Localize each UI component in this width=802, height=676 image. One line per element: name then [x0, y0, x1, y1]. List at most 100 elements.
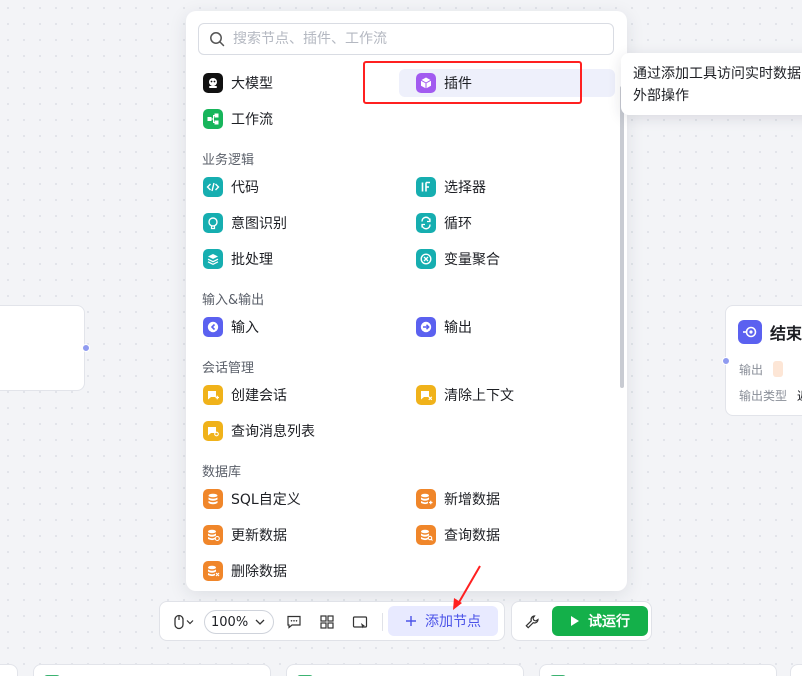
node-item-selector[interactable]: 选择器	[399, 173, 599, 201]
mouse-icon	[174, 614, 194, 630]
node-item-code[interactable]: 代码	[186, 173, 386, 201]
grid-icon	[320, 615, 334, 629]
node-item-label: 意图识别	[231, 216, 287, 232]
node-item-label: 变量聚合	[444, 252, 500, 268]
tooltip-line: 外部操作	[633, 88, 689, 104]
node-item-label: 查询数据	[444, 528, 500, 544]
section-title-conversation: 会话管理	[202, 361, 255, 376]
node-item-label: 循环	[444, 216, 472, 232]
node-item-output[interactable]: 输出	[399, 313, 599, 341]
if-icon	[416, 177, 436, 197]
code-icon	[203, 177, 223, 197]
settings-button[interactable]	[520, 610, 544, 634]
node-item-label: 新增数据	[444, 492, 500, 508]
pointer-mode-button[interactable]	[170, 610, 198, 634]
end-node-output-type-value: 返	[797, 387, 802, 404]
node-item-label: 输入	[231, 320, 259, 336]
node-item-label: 更新数据	[231, 528, 287, 544]
llm-icon	[203, 73, 223, 93]
node-item-insert-data[interactable]: 新增数据	[399, 485, 599, 513]
node-item-batch[interactable]: 批处理	[186, 245, 386, 273]
batch-icon	[203, 249, 223, 269]
workflow-node-card[interactable]	[539, 664, 777, 676]
node-item-llm[interactable]: 大模型	[186, 69, 386, 97]
minimap-button[interactable]	[348, 610, 372, 634]
end-node-icon	[738, 320, 762, 344]
zoom-value: 100%	[211, 614, 249, 630]
input-icon	[203, 317, 223, 337]
zoom-select[interactable]: 100%	[204, 610, 274, 634]
node-item-clear-context[interactable]: 清除上下文	[399, 381, 599, 409]
update-data-icon	[203, 525, 223, 545]
node-item-label: 查询消息列表	[231, 424, 315, 440]
workflow-node-card[interactable]	[33, 664, 271, 676]
test-run-button[interactable]: 试运行	[552, 606, 648, 636]
panel-scrollbar[interactable]	[620, 86, 624, 388]
workflow-node-card[interactable]	[0, 664, 18, 676]
end-node-title: 结束	[770, 324, 802, 343]
node-item-variable-aggregate[interactable]: 变量聚合	[399, 245, 599, 273]
node-item-sql[interactable]: SQL自定义	[186, 485, 386, 513]
highlight-box	[363, 61, 582, 104]
workflow-node-card[interactable]	[286, 664, 524, 676]
node-item-query-data[interactable]: 查询数据	[399, 521, 599, 549]
node-item-label: 删除数据	[231, 564, 287, 580]
search-icon	[210, 32, 225, 47]
node-output-port[interactable]	[82, 344, 90, 352]
section-title-database: 数据库	[202, 465, 242, 480]
node-item-loop[interactable]: 循环	[399, 209, 599, 237]
plugin-tooltip: 通过添加工具访问实时数据 外部操作	[621, 53, 802, 115]
run-toolbar: 试运行	[511, 601, 652, 641]
node-item-label: 大模型	[231, 76, 273, 92]
node-item-label: 代码	[231, 180, 259, 196]
node-item-label: 输出	[444, 320, 472, 336]
node-input-port[interactable]	[722, 357, 730, 365]
layout-button[interactable]	[315, 610, 339, 634]
node-item-label: 批处理	[231, 252, 273, 268]
play-icon	[571, 616, 579, 626]
workflow-icon	[203, 109, 223, 129]
insert-data-icon	[416, 489, 436, 509]
node-item-label: 工作流	[231, 112, 273, 128]
query-data-icon	[416, 525, 436, 545]
section-title-business-logic: 业务逻辑	[202, 153, 255, 168]
end-node-output-type-label: 输出类型	[739, 389, 788, 403]
comment-icon	[287, 615, 301, 629]
node-item-label: SQL自定义	[231, 492, 301, 508]
node-search[interactable]	[198, 23, 614, 55]
node-item-query-messages[interactable]: 查询消息列表	[186, 417, 386, 445]
end-node-output-label: 输出	[739, 363, 764, 377]
query-messages-icon	[203, 421, 223, 441]
output-tag	[773, 361, 784, 377]
node-item-input[interactable]: 输入	[186, 313, 386, 341]
node-item-label: 清除上下文	[444, 388, 514, 404]
search-input[interactable]	[233, 31, 593, 47]
end-node[interactable]: 结束 输出 输出类型 返	[725, 305, 802, 416]
create-conversation-icon	[203, 385, 223, 405]
intent-icon	[203, 213, 223, 233]
node-item-update-data[interactable]: 更新数据	[186, 521, 386, 549]
node-item-delete-data[interactable]: 删除数据	[186, 557, 386, 585]
section-title-input-output: 输入&输出	[202, 293, 265, 308]
node-item-label: 选择器	[444, 180, 486, 196]
variable-aggregate-icon	[416, 249, 436, 269]
workflow-node-card[interactable]	[790, 664, 802, 676]
node-item-workflow[interactable]: 工作流	[186, 105, 386, 133]
tooltip-line: 通过添加工具访问实时数据	[633, 66, 801, 82]
sql-icon	[203, 489, 223, 509]
output-icon	[416, 317, 436, 337]
minimap-icon	[352, 616, 368, 629]
node-item-create-conversation[interactable]: 创建会话	[186, 381, 386, 409]
comment-button[interactable]	[282, 610, 306, 634]
chevron-down-icon	[255, 619, 265, 625]
wrench-icon	[525, 615, 539, 629]
plus-icon	[406, 616, 416, 626]
workflow-node-left[interactable]	[0, 305, 85, 391]
test-run-label: 试运行	[588, 614, 630, 630]
loop-icon	[416, 213, 436, 233]
annotation-arrow-icon	[453, 565, 481, 610]
toolbar-divider	[382, 613, 383, 631]
delete-data-icon	[203, 561, 223, 581]
clear-context-icon	[416, 385, 436, 405]
node-item-intent[interactable]: 意图识别	[186, 209, 386, 237]
